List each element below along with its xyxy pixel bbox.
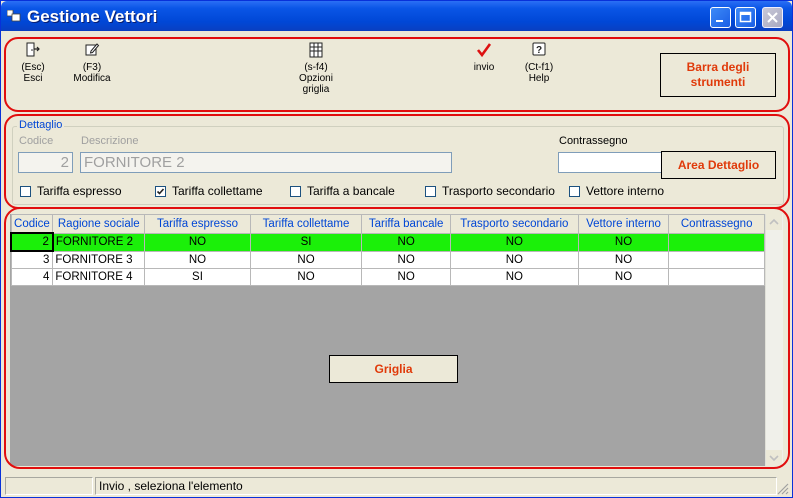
maximize-button[interactable]	[735, 7, 756, 28]
toolbar-annotation: Barra degli strumenti	[660, 53, 776, 97]
checkbox-box[interactable]	[569, 185, 580, 197]
grid-highlight	[4, 207, 790, 469]
detail-annotation: Area Dettaglio	[661, 151, 776, 179]
grid-options-icon	[309, 42, 323, 58]
app-window: Gestione Vettori (Esc) Esci (F3) Modific…	[0, 0, 793, 498]
checkbox-label: Tariffa espresso	[37, 184, 122, 198]
help-label: Help	[528, 73, 550, 84]
exit-shortcut: (Esc)	[21, 62, 45, 73]
svg-text:?: ?	[536, 45, 542, 56]
checkbox-label: Vettore interno	[586, 184, 665, 198]
edit-icon	[85, 43, 100, 56]
help-icon: ?	[532, 42, 546, 56]
title-bar[interactable]: Gestione Vettori	[1, 1, 792, 31]
toolbar-annotation-line1: Barra degli	[686, 60, 750, 74]
checkmark-icon	[476, 43, 492, 58]
close-button[interactable]	[762, 7, 783, 28]
checkmark-icon	[156, 187, 165, 195]
checkbox-label: Tariffa collettame	[172, 184, 263, 198]
checkbox-label: Trasporto secondario	[442, 184, 555, 198]
app-icon	[7, 10, 21, 22]
edit-label: Modifica	[73, 73, 111, 84]
checkbox-box[interactable]	[20, 185, 31, 197]
checkbox-tariffa-collettame[interactable]: Tariffa collettame	[155, 184, 263, 198]
status-text: Invio , seleziona l'elemento	[95, 477, 777, 495]
descrizione-field[interactable]: FORNITORE 2	[80, 152, 452, 173]
detail-legend: Dettaglio	[17, 119, 65, 131]
codice-label: Codice	[19, 135, 54, 147]
checkbox-box[interactable]	[290, 185, 301, 197]
grid-options-button[interactable]: (s-f4) Opzioni griglia	[291, 42, 341, 95]
descrizione-value: FORNITORE 2	[84, 154, 185, 171]
exit-button[interactable]: (Esc) Esci	[15, 42, 51, 84]
descrizione-label: Descrizione	[81, 135, 139, 147]
codice-value: 2	[60, 154, 69, 171]
grid-options-label: Opzioni	[299, 73, 333, 84]
grid-options-shortcut: (s-f4)	[304, 62, 328, 73]
status-bar: Invio , seleziona l'elemento	[1, 475, 792, 497]
contrassegno-label: Contrassegno	[559, 135, 628, 147]
invio-label: invio	[473, 62, 495, 73]
exit-label: Esci	[23, 73, 43, 84]
edit-button[interactable]: (F3) Modifica	[68, 42, 116, 84]
close-icon	[767, 12, 778, 23]
checkbox-vettore-interno[interactable]: Vettore interno	[569, 184, 664, 198]
minimize-button[interactable]	[710, 7, 731, 28]
grid-options-label-2: griglia	[302, 84, 330, 95]
minimize-icon	[716, 20, 723, 22]
codice-field[interactable]: 2	[18, 152, 73, 173]
toolbar-annotation-line2: strumenti	[690, 75, 746, 89]
checkbox-trasporto-secondario[interactable]: Trasporto secondario	[425, 184, 555, 198]
status-cell-empty	[5, 477, 93, 495]
edit-shortcut: (F3)	[82, 62, 102, 73]
checkbox-tariffa-espresso[interactable]: Tariffa espresso	[20, 184, 122, 198]
resize-grip-icon[interactable]	[777, 483, 789, 495]
maximize-icon	[739, 11, 752, 23]
invio-button[interactable]: invio	[467, 42, 501, 73]
help-button[interactable]: ? (Ct-f1) Help	[519, 42, 559, 84]
help-shortcut: (Ct-f1)	[524, 62, 554, 73]
checkbox-box[interactable]	[155, 185, 166, 197]
window-title: Gestione Vettori	[27, 7, 158, 26]
checkbox-box[interactable]	[425, 185, 436, 197]
exit-door-icon	[26, 42, 40, 57]
contrassegno-field[interactable]	[558, 152, 664, 173]
checkbox-label: Tariffa a bancale	[307, 184, 395, 198]
checkbox-tariffa-bancale[interactable]: Tariffa a bancale	[290, 184, 395, 198]
